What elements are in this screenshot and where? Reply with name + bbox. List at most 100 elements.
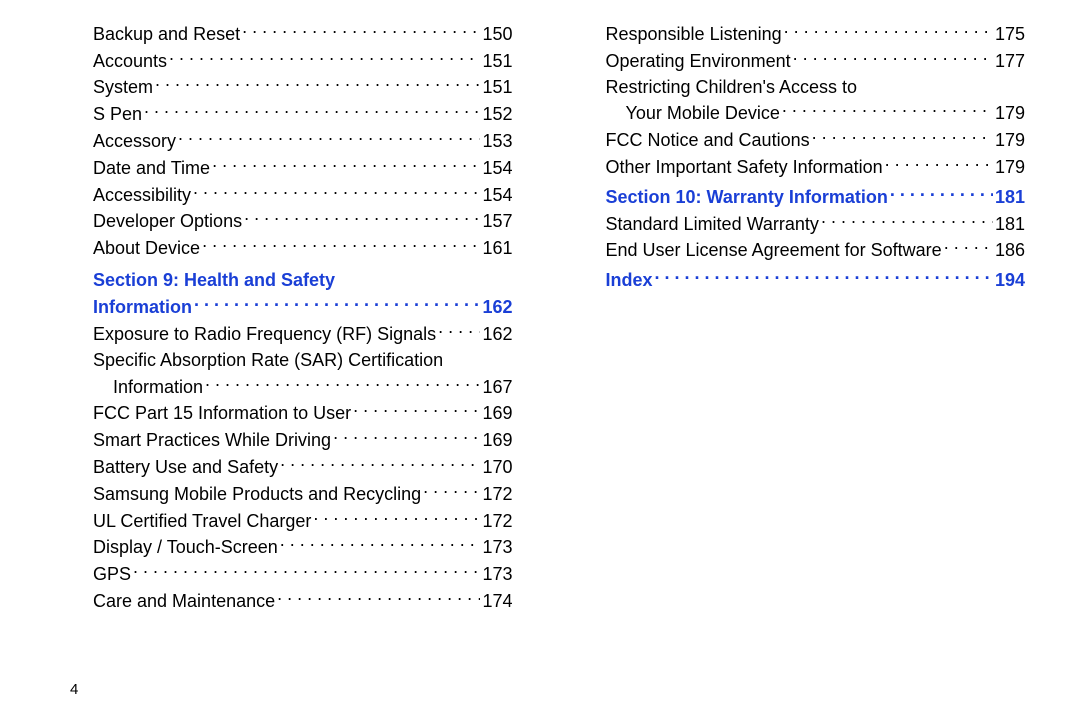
toc-entry[interactable]: System 151: [55, 74, 513, 101]
toc-section-heading[interactable]: Index 194: [568, 266, 1026, 293]
toc-entry[interactable]: UL Certified Travel Charger172: [55, 507, 513, 534]
toc-entry[interactable]: Accessibility154: [55, 181, 513, 208]
toc-entry[interactable]: Other Important Safety Information179: [568, 153, 1026, 180]
toc-page-ref: 151: [482, 48, 512, 74]
toc-entry[interactable]: About Device161: [55, 234, 513, 261]
toc-leader-dots: [212, 154, 480, 174]
toc-label: FCC Part 15 Information to User: [93, 400, 351, 426]
toc-label: Responsible Listening: [606, 21, 782, 47]
toc-entry[interactable]: GPS 173: [55, 560, 513, 587]
toc-leader-dots: [333, 426, 480, 446]
toc-entry[interactable]: Battery Use and Safety170: [55, 453, 513, 480]
toc-page-ref: 162: [482, 294, 512, 320]
toc-label: End User License Agreement for Software: [606, 237, 942, 263]
toc-entry[interactable]: Information167: [55, 373, 513, 400]
toc-page-ref: 194: [995, 267, 1025, 293]
toc-leader-dots: [280, 534, 481, 554]
toc-label: Date and Time: [93, 155, 210, 181]
toc-leader-dots: [205, 373, 480, 393]
toc-entry[interactable]: Samsung Mobile Products and Recycling 172: [55, 480, 513, 507]
toc-entry[interactable]: Care and Maintenance 174: [55, 587, 513, 614]
toc-entry[interactable]: Your Mobile Device 179: [568, 100, 1026, 127]
toc-leader-dots: [277, 587, 480, 607]
page-number: 4: [70, 681, 78, 698]
toc-page-ref: 181: [995, 211, 1025, 237]
toc-leader-dots: [821, 210, 993, 230]
toc-page-ref: 170: [482, 454, 512, 480]
toc-entry[interactable]: Date and Time 154: [55, 154, 513, 181]
toc-page-ref: 172: [482, 481, 512, 507]
toc-entry[interactable]: Backup and Reset 150: [55, 20, 513, 47]
toc-label: Backup and Reset: [93, 21, 240, 47]
toc-leader-dots: [244, 208, 480, 228]
toc-label: Samsung Mobile Products and Recycling: [93, 481, 421, 507]
toc-entry[interactable]: Exposure to Radio Frequency (RF) Signals…: [55, 320, 513, 347]
toc-label: Index: [606, 267, 653, 293]
toc-label: S Pen: [93, 101, 142, 127]
toc-label: Specific Absorption Rate (SAR) Certifica…: [93, 347, 443, 373]
toc-label: Display / Touch-Screen: [93, 534, 278, 560]
toc-entry[interactable]: Restricting Children's Access to: [568, 74, 1026, 100]
toc-label: Other Important Safety Information: [606, 154, 883, 180]
toc-entry[interactable]: Standard Limited Warranty181: [568, 210, 1026, 237]
toc-leader-dots: [194, 293, 480, 313]
toc-page-ref: 179: [995, 127, 1025, 153]
toc-page-ref: 154: [482, 155, 512, 181]
toc-leader-dots: [438, 320, 480, 340]
toc-entry[interactable]: Display / Touch-Screen 173: [55, 534, 513, 561]
toc-leader-dots: [313, 507, 480, 527]
toc-leader-dots: [944, 237, 993, 257]
toc-label: Accessory: [93, 128, 176, 154]
toc-entry[interactable]: End User License Agreement for Software 1…: [568, 237, 1026, 264]
toc-leader-dots: [793, 47, 993, 67]
toc-label: Section 10: Warranty Information: [606, 184, 888, 210]
toc-page: Backup and Reset150Accounts151System151S…: [0, 0, 1080, 720]
toc-entry[interactable]: FCC Part 15 Information to User169: [55, 400, 513, 427]
toc-left-column: Backup and Reset150Accounts151System151S…: [55, 20, 513, 660]
toc-label: Section 9: Health and Safety: [93, 267, 335, 293]
toc-right-column: Responsible Listening175Operating Enviro…: [568, 20, 1026, 660]
toc-section-heading[interactable]: Section 10: Warranty Information181: [568, 183, 1026, 210]
toc-page-ref: 157: [482, 208, 512, 234]
toc-page-ref: 173: [482, 534, 512, 560]
toc-page-ref: 152: [482, 101, 512, 127]
toc-label: Care and Maintenance: [93, 588, 275, 614]
toc-label: Developer Options: [93, 208, 242, 234]
toc-label: GPS: [93, 561, 131, 587]
toc-page-ref: 151: [482, 74, 512, 100]
toc-leader-dots: [812, 126, 993, 146]
toc-entry[interactable]: Developer Options 157: [55, 208, 513, 235]
toc-leader-dots: [202, 234, 480, 254]
toc-page-ref: 150: [482, 21, 512, 47]
toc-leader-dots: [885, 153, 993, 173]
toc-label: Information: [93, 294, 192, 320]
toc-entry[interactable]: Accessory 153: [55, 127, 513, 154]
toc-page-ref: 179: [995, 100, 1025, 126]
toc-entry[interactable]: Accounts 151: [55, 47, 513, 74]
toc-page-ref: 186: [995, 237, 1025, 263]
toc-label: Accounts: [93, 48, 167, 74]
toc-page-ref: 153: [482, 128, 512, 154]
toc-page-ref: 174: [482, 588, 512, 614]
toc-label: System: [93, 74, 153, 100]
toc-label: Accessibility: [93, 182, 191, 208]
toc-page-ref: 177: [995, 48, 1025, 74]
toc-entry[interactable]: Responsible Listening175: [568, 20, 1026, 47]
toc-section-heading[interactable]: Section 9: Health and Safety: [55, 267, 513, 293]
toc-section-heading[interactable]: Information 162: [55, 293, 513, 320]
toc-leader-dots: [890, 183, 993, 203]
toc-label: Your Mobile Device: [626, 100, 780, 126]
toc-page-ref: 169: [482, 427, 512, 453]
toc-entry[interactable]: Smart Practices While Driving169: [55, 426, 513, 453]
toc-leader-dots: [280, 453, 480, 473]
toc-entry[interactable]: S Pen 152: [55, 100, 513, 127]
toc-entry[interactable]: Specific Absorption Rate (SAR) Certifica…: [55, 347, 513, 373]
toc-page-ref: 173: [482, 561, 512, 587]
toc-leader-dots: [242, 20, 480, 40]
toc-leader-dots: [423, 480, 480, 500]
toc-entry[interactable]: Operating Environment177: [568, 47, 1026, 74]
toc-label: FCC Notice and Cautions: [606, 127, 810, 153]
toc-entry[interactable]: FCC Notice and Cautions 179: [568, 126, 1026, 153]
toc-columns: Backup and Reset150Accounts151System151S…: [55, 20, 1025, 660]
toc-leader-dots: [144, 100, 480, 120]
